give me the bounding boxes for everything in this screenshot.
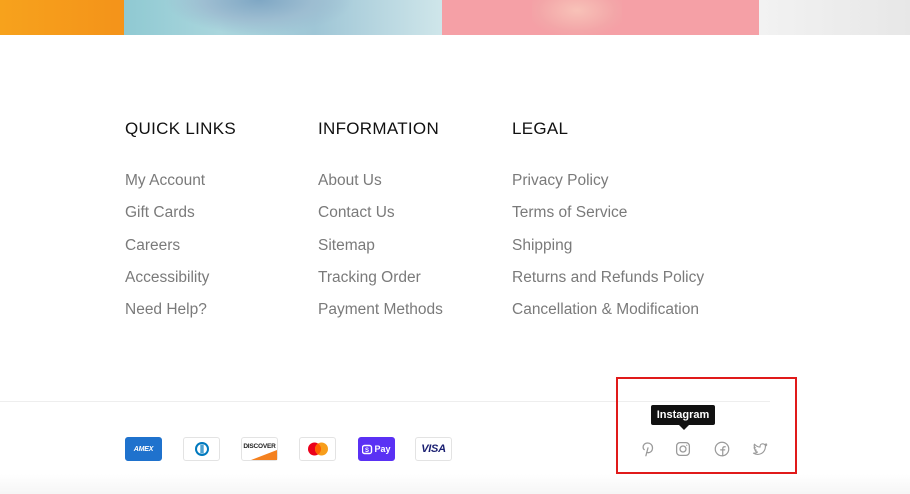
shop-pay-label: Pay (374, 444, 391, 454)
banner-image-3[interactable] (442, 0, 759, 35)
discover-icon: DISCOVER (241, 437, 278, 461)
footer-link-about-us[interactable]: About Us (318, 172, 443, 204)
footer-column-information: INFORMATION About Us Contact Us Sitemap … (318, 118, 443, 333)
footer-link-tracking-order[interactable]: Tracking Order (318, 269, 443, 301)
amex-icon: AMEX (125, 437, 162, 461)
footer-link-contact-us[interactable]: Contact Us (318, 204, 443, 236)
pinterest-icon[interactable] (637, 438, 659, 460)
instagram-icon[interactable] (672, 438, 694, 460)
column-title: QUICK LINKS (125, 119, 236, 138)
banner-image-2[interactable] (124, 0, 442, 35)
column-title: INFORMATION (318, 119, 440, 138)
discover-label: DISCOVER (243, 442, 276, 450)
visa-label: VISA (421, 443, 446, 455)
visa-icon: VISA (415, 437, 452, 461)
facebook-icon[interactable] (711, 438, 733, 460)
footer-link-need-help[interactable]: Need Help? (125, 301, 236, 333)
shop-pay-icon: S Pay (358, 437, 395, 461)
footer-link-payment-methods[interactable]: Payment Methods (318, 301, 443, 333)
banner-image-strip (0, 0, 910, 35)
column-title: LEGAL (512, 119, 569, 138)
svg-text:S: S (365, 448, 369, 454)
mastercard-icon (299, 437, 336, 461)
footer-column-quick-links: QUICK LINKS My Account Gift Cards Career… (125, 118, 236, 333)
page-bottom-edge (0, 474, 910, 494)
footer-link-careers[interactable]: Careers (125, 237, 236, 269)
footer-link-terms-of-service[interactable]: Terms of Service (512, 204, 704, 236)
instagram-tooltip: Instagram (651, 405, 715, 430)
diners-club-icon (183, 437, 220, 461)
amex-label: AMEX (133, 445, 154, 453)
footer-column-legal: LEGAL Privacy Policy Terms of Service Sh… (512, 118, 704, 333)
footer-link-privacy-policy[interactable]: Privacy Policy (512, 172, 704, 204)
footer-link-shipping[interactable]: Shipping (512, 237, 704, 269)
footer-link-cancellation[interactable]: Cancellation & Modification (512, 301, 704, 333)
footer-link-accessibility[interactable]: Accessibility (125, 269, 236, 301)
footer-link-sitemap[interactable]: Sitemap (318, 237, 443, 269)
footer-link-returns-refunds[interactable]: Returns and Refunds Policy (512, 269, 704, 301)
banner-image-4[interactable] (759, 0, 910, 35)
banner-image-1[interactable] (0, 0, 124, 35)
footer-link-gift-cards[interactable]: Gift Cards (125, 204, 236, 236)
footer-link-my-account[interactable]: My Account (125, 172, 236, 204)
twitter-icon[interactable] (749, 438, 771, 460)
